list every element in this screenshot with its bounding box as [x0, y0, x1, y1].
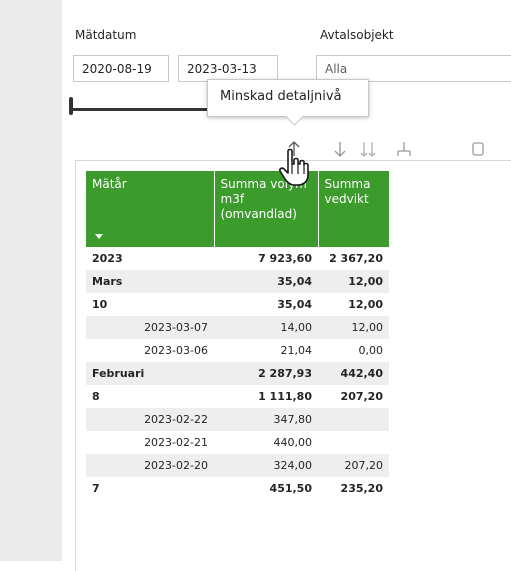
table-row[interactable]: 2023-02-22 347,80: [86, 408, 389, 431]
cell-volym: 1 111,80: [258, 390, 312, 403]
row-label[interactable]: 2023-02-22: [86, 408, 214, 431]
cell-vedvikt: 235,20: [340, 482, 383, 495]
matrix-table: Mätår Summa volym m3f (omvandlad) Summa …: [86, 171, 389, 500]
table-row[interactable]: 2023-03-07 14,00 12,00: [86, 316, 389, 339]
cell-volym: 440,00: [273, 436, 313, 449]
row-label[interactable]: 10: [86, 293, 214, 316]
row-label[interactable]: 7: [86, 477, 214, 500]
table-row[interactable]: 2023 7 923,60 2 367,20: [86, 247, 389, 270]
date-range-slider-handle[interactable]: [69, 97, 73, 115]
object-dropdown[interactable]: Alla: [316, 55, 511, 82]
cell-vedvikt: 12,00: [318, 316, 389, 339]
cell-vedvikt: 0,00: [358, 344, 384, 357]
column-header-matar-label: Mätår: [92, 177, 127, 191]
double-arrow-down-icon[interactable]: [358, 139, 378, 159]
cell-volym: 14,00: [214, 316, 318, 339]
table-row[interactable]: 2023-02-21 440,00: [86, 431, 389, 454]
cell-volym: 35,04: [214, 270, 318, 293]
focus-mode-icon[interactable]: [468, 139, 488, 159]
date-to-input[interactable]: 2023-03-13: [178, 55, 278, 82]
table-row[interactable]: 8 1 111,80 207,20: [86, 385, 389, 408]
sort-descending-icon: [95, 234, 103, 239]
row-label[interactable]: 2023-03-06: [86, 339, 214, 362]
cell-vedvikt: [318, 431, 389, 454]
row-label[interactable]: 2023: [86, 247, 214, 270]
cell-volym: 2 287,93: [214, 362, 318, 385]
date-from-input[interactable]: 2020-08-19: [73, 55, 169, 82]
table-row[interactable]: 10 35,04 12,00: [86, 293, 389, 316]
table-row[interactable]: 2023-03-06 21,04 0,00: [86, 339, 389, 362]
expand-hierarchy-icon[interactable]: [394, 139, 414, 159]
cell-volym: 35,04: [277, 298, 312, 311]
cell-vedvikt: 442,40: [318, 362, 389, 385]
arrow-down-icon[interactable]: [330, 139, 350, 159]
cell-vedvikt: [318, 408, 389, 431]
row-label[interactable]: 2023-02-21: [86, 431, 214, 454]
row-label[interactable]: 2023-03-07: [86, 316, 214, 339]
cell-vedvikt: 207,20: [340, 390, 383, 403]
column-header-vedvikt[interactable]: Summa vedvikt: [318, 171, 389, 247]
left-panel-strip: [0, 0, 62, 561]
cell-vedvikt: 207,20: [318, 454, 389, 477]
cell-vedvikt: 12,00: [348, 298, 383, 311]
column-header-matar[interactable]: Mätår: [86, 171, 215, 247]
row-label[interactable]: 8: [86, 385, 214, 408]
table-row[interactable]: Mars 35,04 12,00: [86, 270, 389, 293]
cell-volym: 21,04: [280, 344, 313, 357]
row-label[interactable]: 2023-02-20: [86, 454, 214, 477]
hand-cursor-icon: [279, 148, 309, 186]
object-slicer-label: Avtalsobjekt: [320, 28, 394, 42]
table-row[interactable]: 7 451,50 235,20: [86, 477, 389, 500]
row-label[interactable]: Mars: [86, 270, 214, 293]
cell-volym: 451,50: [269, 482, 312, 495]
date-slicer-label: Mätdatum: [75, 28, 137, 42]
cell-volym: 7 923,60: [258, 252, 312, 265]
cell-vedvikt: 2 367,20: [329, 252, 383, 265]
table-row[interactable]: Februari 2 287,93 442,40: [86, 362, 389, 385]
cell-vedvikt: 12,00: [318, 270, 389, 293]
table-row[interactable]: 2023-02-20 324,00 207,20: [86, 454, 389, 477]
cell-volym: 347,80: [214, 408, 318, 431]
drill-up-tooltip: Minskad detaljnivå: [207, 79, 369, 117]
cell-volym: 324,00: [214, 454, 318, 477]
row-label[interactable]: Februari: [86, 362, 214, 385]
